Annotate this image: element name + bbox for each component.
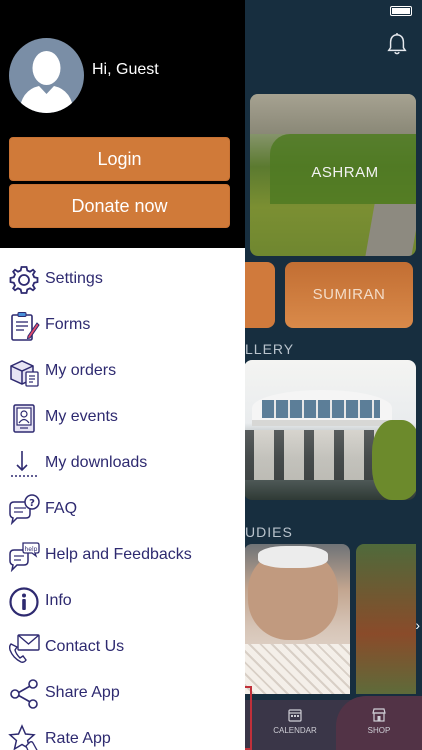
menu-item-settings[interactable]: Settings	[0, 256, 245, 302]
tab-shop-label: SHOP	[367, 726, 391, 735]
ashram-label: ASHRAM	[311, 164, 379, 181]
menu-item-contact[interactable]: Contact Us	[0, 624, 245, 670]
forms-icon	[11, 312, 40, 341]
menu-item-label: My events	[45, 408, 118, 425]
help-icon: help	[9, 542, 40, 572]
share-icon	[10, 679, 38, 709]
rate-icon	[8, 724, 38, 750]
menu-item-share[interactable]: Share App	[0, 670, 245, 716]
menu-item-label: Help and Feedbacks	[45, 546, 192, 563]
menu-item-faq[interactable]: ? FAQ	[0, 486, 245, 532]
menu-item-label: Contact Us	[45, 638, 125, 655]
calendar-icon	[288, 709, 302, 722]
study-card[interactable]	[244, 544, 350, 694]
sumiran-tile[interactable]: SUMIRAN	[285, 262, 413, 328]
menu-item-orders[interactable]: My orders	[0, 348, 245, 394]
events-icon	[13, 404, 35, 433]
menu-item-label: Settings	[45, 270, 103, 287]
gallery-card[interactable]	[244, 360, 416, 500]
menu-item-rate[interactable]: Rate App	[0, 716, 245, 750]
sumiran-label: SUMIRAN	[312, 286, 386, 303]
menu-item-help[interactable]: help Help and Feedbacks	[0, 532, 245, 578]
menu-item-events[interactable]: My events	[0, 394, 245, 440]
gear-icon	[9, 266, 39, 294]
donate-button[interactable]: Donate now	[9, 184, 230, 228]
user-silhouette-icon	[19, 51, 74, 113]
orders-icon	[10, 360, 39, 387]
drawer-menu: Settings Forms My orders My events My do…	[0, 248, 245, 750]
study-card[interactable]	[356, 544, 416, 694]
greeting-text: Hi, Guest	[92, 61, 159, 78]
faq-icon: ?	[9, 494, 40, 526]
tab-highlight	[245, 686, 252, 750]
menu-item-downloads[interactable]: My downloads	[0, 440, 245, 486]
tab-calendar[interactable]: CALENDAR	[262, 700, 328, 750]
menu-item-label: FAQ	[45, 500, 78, 517]
bell-icon[interactable]	[386, 32, 408, 56]
download-icon	[11, 451, 37, 477]
menu-item-label: My downloads	[45, 454, 148, 471]
menu-item-label: Forms	[45, 316, 91, 333]
ashram-card[interactable]: ASHRAM	[250, 94, 416, 256]
tab-calendar-label: CALENDAR	[273, 726, 317, 735]
shop-icon	[372, 708, 386, 722]
menu-item-forms[interactable]: Forms	[0, 302, 245, 348]
avatar[interactable]	[9, 38, 84, 113]
svg-text:?: ?	[29, 498, 35, 509]
chevron-right-icon[interactable]: ›	[415, 617, 420, 633]
menu-item-label: Info	[45, 592, 72, 609]
svg-text:help: help	[25, 546, 38, 553]
login-button[interactable]: Login	[9, 137, 230, 181]
menu-item-label: My orders	[45, 362, 117, 379]
menu-item-label: Share App	[45, 684, 120, 701]
info-icon	[9, 587, 39, 617]
studies-heading: UDIES	[245, 524, 293, 540]
menu-item-info[interactable]: Info	[0, 578, 245, 624]
menu-item-label: Rate App	[45, 730, 111, 747]
battery-icon	[390, 6, 412, 16]
contact-icon	[8, 634, 40, 663]
drawer-header: Hi, Guest Login Donate now	[0, 0, 245, 248]
gallery-heading: LLERY	[245, 341, 295, 357]
tab-shop[interactable]: SHOP	[336, 696, 422, 750]
